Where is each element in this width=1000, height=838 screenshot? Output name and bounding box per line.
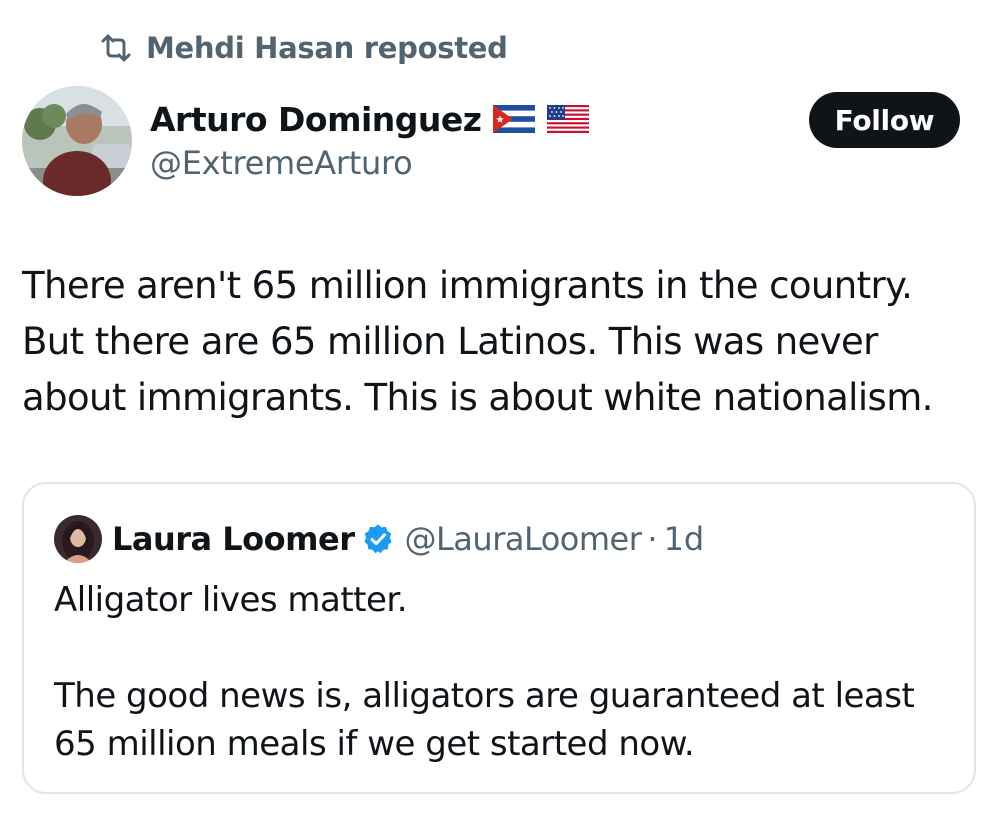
quoted-tweet-line: 65 million meals if we get started now.: [54, 724, 695, 764]
quoted-tweet-line: The good news is, alligators are guarant…: [54, 676, 915, 716]
author-avatar[interactable]: [22, 86, 132, 196]
quoted-tweet-card[interactable]: Laura Loomer @LauraLoomer · 1d Alligator…: [22, 482, 976, 794]
tweet-text-line: There aren't 65 million immigrants in th…: [22, 264, 913, 307]
tweet-text-line: But there are 65 million Latinos. This w…: [22, 320, 878, 363]
repost-icon: [98, 30, 134, 66]
repost-indicator[interactable]: Mehdi Hasan reposted: [98, 28, 508, 68]
quoted-tweet-paragraph: Alligator lives matter.: [54, 580, 408, 620]
quoted-tweet-header: Laura Loomer @LauraLoomer · 1d: [54, 514, 704, 564]
tweet-text-line: about immigrants. This is about white na…: [22, 376, 933, 419]
quoted-tweet-timestamp[interactable]: 1d: [664, 520, 705, 558]
author-name[interactable]: Arturo Dominguez: [150, 100, 482, 139]
quoted-author-name[interactable]: Laura Loomer: [112, 520, 355, 558]
quoted-author-avatar[interactable]: [54, 515, 102, 563]
follow-button[interactable]: Follow: [809, 92, 960, 148]
tweet-text: There aren't 65 million immigrants in th…: [22, 258, 982, 426]
author-handle[interactable]: @ExtremeArturo: [150, 144, 589, 182]
quoted-author-handle[interactable]: @LauraLoomer: [404, 520, 641, 558]
usa-flag-icon: [547, 105, 590, 133]
cuba-flag-icon: [493, 105, 536, 133]
verified-badge-icon: [362, 523, 394, 555]
handle-time-separator: ·: [647, 520, 658, 558]
quoted-tweet-text: Alligator lives matter. The good news is…: [54, 576, 915, 768]
repost-label: Mehdi Hasan reposted: [146, 31, 508, 65]
author-info: Arturo Dominguez @ExtremeArturo: [150, 98, 590, 182]
